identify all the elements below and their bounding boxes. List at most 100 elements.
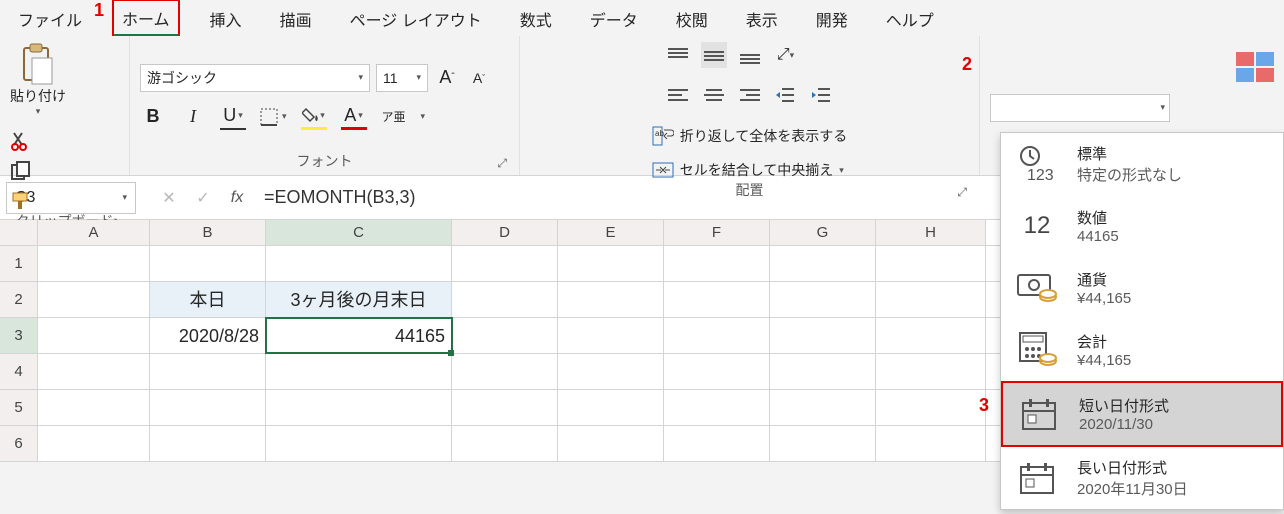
align-middle-icon[interactable]	[701, 42, 727, 68]
cell[interactable]	[266, 426, 452, 461]
copy-icon[interactable]	[10, 161, 32, 181]
align-right-icon[interactable]	[737, 82, 763, 108]
cell[interactable]	[770, 390, 876, 425]
cell[interactable]	[38, 282, 150, 317]
tab-developer[interactable]: 開発	[808, 2, 856, 35]
cell[interactable]	[150, 246, 266, 281]
tab-data[interactable]: データ	[582, 2, 646, 35]
wrap-text-button[interactable]: ab 折り返して全体を表示する	[652, 126, 848, 146]
cell[interactable]	[558, 246, 664, 281]
font-size-select[interactable]: 11 ▾	[376, 64, 428, 92]
orientation-icon[interactable]: ⤢▾	[773, 42, 799, 68]
row-header[interactable]: 4	[0, 354, 38, 389]
cut-icon[interactable]	[10, 131, 30, 151]
cell[interactable]	[38, 354, 150, 389]
border-button[interactable]: ▾	[260, 104, 287, 130]
underline-button[interactable]: U▾	[220, 104, 246, 130]
tab-view[interactable]: 表示	[738, 2, 786, 35]
format-item-longdate[interactable]: 長い日付形式2020年11月30日	[1001, 447, 1283, 509]
cell[interactable]	[558, 390, 664, 425]
cell[interactable]	[770, 426, 876, 461]
cell[interactable]	[150, 390, 266, 425]
cell[interactable]	[770, 246, 876, 281]
cell[interactable]	[770, 354, 876, 389]
paste-button[interactable]: 貼り付け ▾	[10, 42, 66, 117]
row-header[interactable]: 6	[0, 426, 38, 461]
row-header[interactable]: 2	[0, 282, 38, 317]
cell[interactable]	[558, 282, 664, 317]
col-header[interactable]: F	[664, 220, 770, 245]
cell[interactable]	[770, 318, 876, 353]
cell[interactable]: 2020/8/28	[150, 318, 266, 353]
format-item-shortdate[interactable]: 短い日付形式2020/11/30	[1001, 381, 1283, 447]
cell[interactable]	[664, 282, 770, 317]
format-item-general[interactable]: 123 標準特定の形式なし	[1001, 133, 1283, 195]
cell-selected[interactable]: 44165	[266, 318, 452, 353]
col-header[interactable]: C	[266, 220, 452, 245]
cell[interactable]	[150, 426, 266, 461]
col-header[interactable]: H	[876, 220, 986, 245]
decrease-font-icon[interactable]: Aˇ	[466, 65, 492, 91]
align-left-icon[interactable]	[665, 82, 691, 108]
chevron-down-icon[interactable]: ▾	[421, 111, 426, 122]
cell[interactable]	[664, 318, 770, 353]
cell[interactable]	[876, 246, 986, 281]
cancel-formula-icon[interactable]: ✕	[152, 182, 186, 214]
tab-draw[interactable]: 描画	[272, 2, 320, 35]
align-bottom-icon[interactable]	[737, 42, 763, 68]
cell[interactable]	[452, 426, 558, 461]
cell[interactable]	[266, 390, 452, 425]
fx-icon[interactable]: fx	[220, 182, 254, 214]
cell[interactable]: 本日	[150, 282, 266, 317]
dialog-launcher-icon[interactable]: ⤢	[957, 185, 967, 200]
cell[interactable]	[664, 390, 770, 425]
conditional-formatting-icon[interactable]	[1236, 52, 1276, 84]
dialog-launcher-icon[interactable]: ⤢	[497, 156, 507, 171]
merge-center-button[interactable]: セルを結合して中央揃え ▾	[652, 160, 848, 180]
cell[interactable]	[664, 426, 770, 461]
row-header[interactable]: 1	[0, 246, 38, 281]
col-header[interactable]: A	[38, 220, 150, 245]
align-top-icon[interactable]	[665, 42, 691, 68]
row-header[interactable]: 5	[0, 390, 38, 425]
cell[interactable]	[266, 354, 452, 389]
font-name-select[interactable]: 游ゴシック ▾	[140, 64, 370, 92]
tab-insert[interactable]: 挿入	[202, 2, 250, 35]
cell[interactable]	[38, 246, 150, 281]
number-format-picker[interactable]: ▾	[990, 94, 1170, 122]
tab-home[interactable]: ホーム	[112, 0, 180, 38]
tab-file[interactable]: ファイル	[10, 2, 90, 35]
cell[interactable]	[770, 282, 876, 317]
format-painter-icon[interactable]	[10, 191, 32, 211]
cell[interactable]	[876, 390, 986, 425]
cell[interactable]	[452, 354, 558, 389]
col-header[interactable]: B	[150, 220, 266, 245]
row-header[interactable]: 3	[0, 318, 38, 353]
format-item-accounting[interactable]: 会計¥44,165	[1001, 319, 1283, 381]
cell[interactable]	[452, 246, 558, 281]
decrease-indent-icon[interactable]	[773, 82, 799, 108]
cell[interactable]	[876, 282, 986, 317]
italic-button[interactable]: I	[180, 104, 206, 130]
cell[interactable]: 3ヶ月後の月末日	[266, 282, 452, 317]
fill-color-button[interactable]: ▾	[301, 104, 327, 130]
increase-indent-icon[interactable]	[809, 82, 835, 108]
col-header[interactable]: G	[770, 220, 876, 245]
cell[interactable]	[266, 246, 452, 281]
col-header[interactable]: E	[558, 220, 664, 245]
format-item-currency[interactable]: 通貨¥44,165	[1001, 257, 1283, 319]
cell[interactable]	[452, 282, 558, 317]
tab-formulas[interactable]: 数式	[512, 2, 560, 35]
cell[interactable]	[38, 318, 150, 353]
cell[interactable]	[558, 354, 664, 389]
font-color-button[interactable]: A▾	[341, 104, 367, 130]
cell[interactable]	[558, 318, 664, 353]
increase-font-icon[interactable]: Aˆ	[434, 65, 460, 91]
cell[interactable]	[558, 426, 664, 461]
tab-pagelayout[interactable]: ページ レイアウト	[342, 2, 490, 35]
cell[interactable]	[150, 354, 266, 389]
cell[interactable]	[876, 354, 986, 389]
cell[interactable]	[38, 390, 150, 425]
tab-help[interactable]: ヘルプ	[878, 2, 942, 35]
bold-button[interactable]: B	[140, 104, 166, 130]
